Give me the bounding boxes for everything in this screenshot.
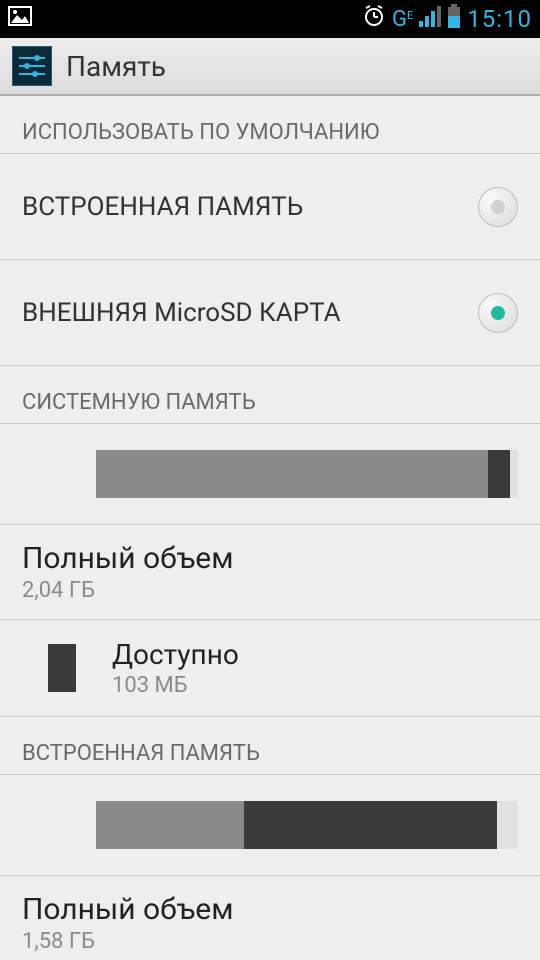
storage-bar: [96, 801, 518, 849]
system-usage-bar-row: [0, 424, 540, 525]
available-color-swatch: [48, 644, 76, 692]
system-total-row[interactable]: Полный объем 2,04 ГБ: [0, 525, 540, 620]
section-header-internal: ВСТРОЕННАЯ ПАМЯТЬ: [0, 717, 540, 775]
radio-label: ВСТРОЕННАЯ ПАМЯТЬ: [22, 192, 478, 222]
alarm-icon: [362, 4, 386, 34]
storage-bar-available: [488, 450, 509, 498]
radio-row-internal[interactable]: ВСТРОЕННАЯ ПАМЯТЬ: [0, 154, 540, 260]
radio-checked-icon: [491, 306, 505, 320]
battery-icon: [447, 4, 461, 34]
clock: 15:10: [467, 5, 532, 33]
radio-button[interactable]: [478, 293, 518, 333]
radio-unchecked-icon: [491, 200, 505, 214]
available-label: Доступно: [112, 638, 239, 671]
radio-label: ВНЕШНЯЯ MicroSD КАРТА: [22, 298, 478, 328]
section-header-default: ИСПОЛЬЗОВАТЬ ПО УМОЛЧАНИЮ: [0, 96, 540, 154]
total-value: 2,04 ГБ: [22, 578, 518, 603]
content: ИСПОЛЬЗОВАТЬ ПО УМОЛЧАНИЮ ВСТРОЕННАЯ ПАМ…: [0, 96, 540, 960]
status-bar: GE 15:10: [0, 0, 540, 38]
page-title: Память: [66, 50, 166, 83]
radio-button[interactable]: [478, 187, 518, 227]
action-bar: Память: [0, 38, 540, 96]
total-label: Полный объем: [22, 892, 518, 927]
storage-bar: [96, 450, 518, 498]
signal-icon: [419, 5, 441, 33]
screenshot-icon: [8, 6, 32, 32]
settings-sliders-icon[interactable]: [12, 46, 52, 86]
storage-bar-seg1: [96, 801, 244, 849]
storage-bar-seg2: [244, 801, 497, 849]
storage-bar-used: [96, 450, 488, 498]
section-header-system: СИСТЕМНУЮ ПАМЯТЬ: [0, 366, 540, 424]
available-value: 103 МБ: [112, 673, 239, 698]
network-type: GE: [392, 7, 413, 32]
internal-total-row[interactable]: Полный объем 1,58 ГБ: [0, 876, 540, 960]
internal-usage-bar-row: [0, 775, 540, 876]
total-value: 1,58 ГБ: [22, 929, 518, 954]
radio-row-sdcard[interactable]: ВНЕШНЯЯ MicroSD КАРТА: [0, 260, 540, 366]
system-available-row[interactable]: Доступно 103 МБ: [0, 620, 540, 717]
total-label: Полный объем: [22, 541, 518, 576]
